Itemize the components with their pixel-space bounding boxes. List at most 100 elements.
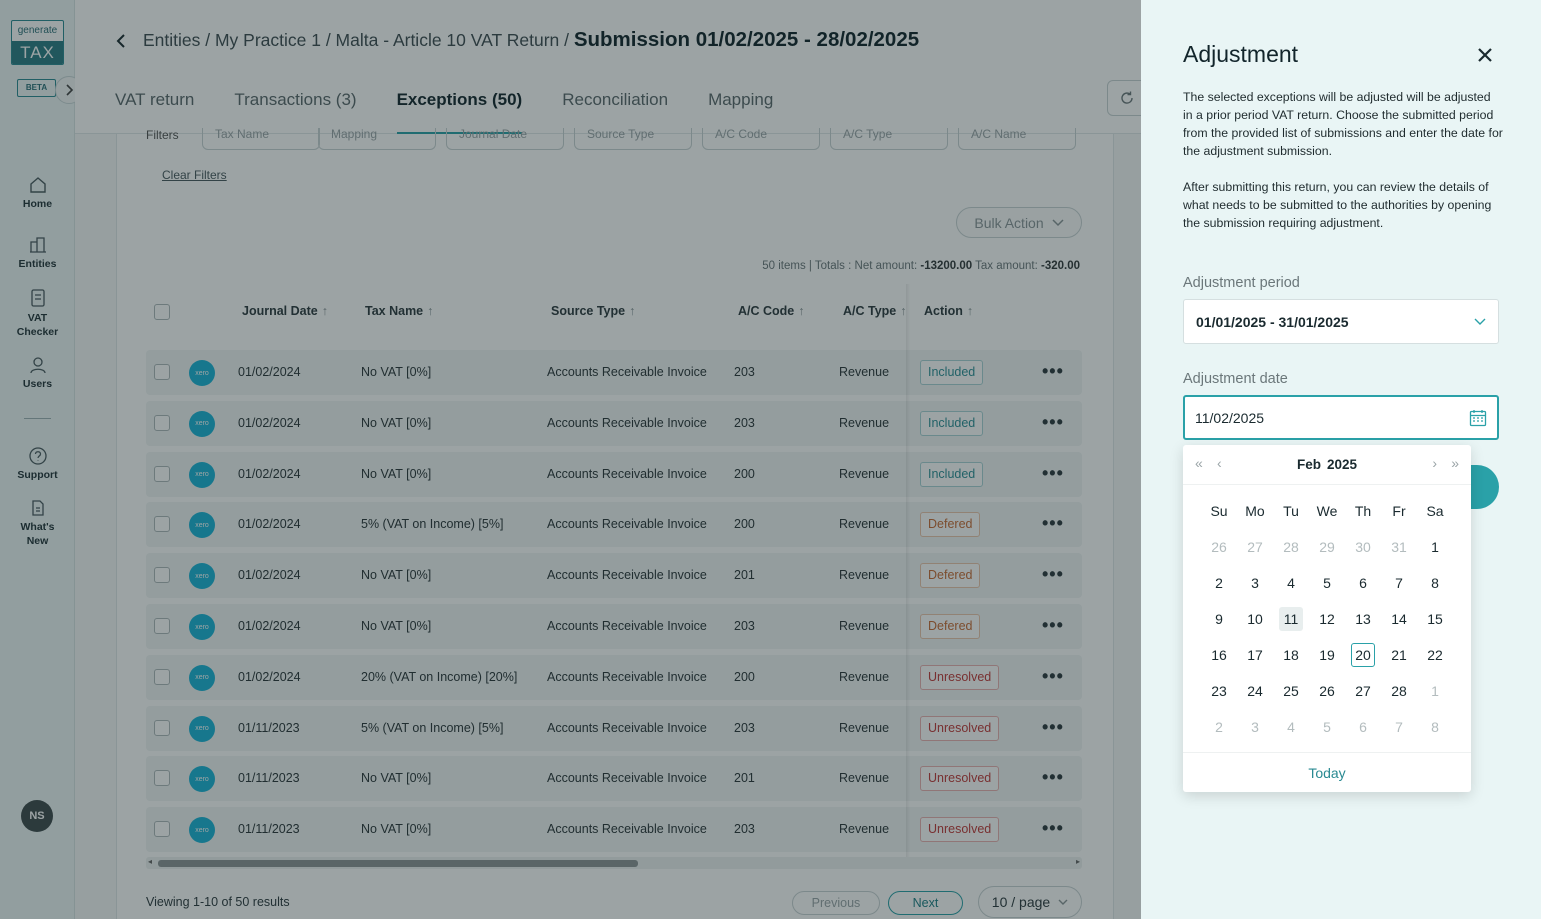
- calendar-day[interactable]: 27: [1237, 529, 1273, 565]
- weekday-label: Mo: [1245, 503, 1265, 519]
- weekday-label: Fr: [1392, 503, 1406, 519]
- adjustment-period-label: Adjustment period: [1183, 275, 1300, 291]
- calendar-week: 16 17 18 19 20 21 22: [1201, 637, 1453, 673]
- calendar-day-number: 19: [1319, 647, 1335, 663]
- calendar-day[interactable]: 13: [1345, 601, 1381, 637]
- calendar-day[interactable]: 7: [1381, 709, 1417, 745]
- calendar-day-number: 21: [1391, 647, 1407, 663]
- calendar-day[interactable]: 21: [1381, 637, 1417, 673]
- calendar-day[interactable]: 15: [1417, 601, 1453, 637]
- calendar-day-number: 3: [1251, 719, 1259, 735]
- calendar-day[interactable]: 12: [1309, 601, 1345, 637]
- close-icon: [1478, 48, 1492, 62]
- calendar-week: 26 27 28 29 30 31 1: [1201, 529, 1453, 565]
- calendar-day[interactable]: 9: [1201, 601, 1237, 637]
- calendar-day[interactable]: 28: [1381, 673, 1417, 709]
- calendar-day-number: 1: [1431, 683, 1439, 699]
- adjustment-drawer: Adjustment The selected exceptions will …: [1141, 0, 1541, 919]
- calendar-day[interactable]: 22: [1417, 637, 1453, 673]
- today-button[interactable]: Today: [1183, 752, 1471, 792]
- drawer-description: The selected exceptions will be adjusted…: [1183, 88, 1503, 232]
- calendar-day[interactable]: 14: [1381, 601, 1417, 637]
- date-picker-popup: « ‹ Feb 2025 › » Su Mo Tu We Th Fr Sa 26 27 28 29 30…: [1183, 445, 1471, 792]
- calendar-day-number: 9: [1215, 611, 1223, 627]
- calendar-day[interactable]: 24: [1237, 673, 1273, 709]
- adjustment-date-input[interactable]: 11/02/2025: [1183, 395, 1499, 440]
- chevron-down-icon: [1474, 318, 1486, 325]
- calendar-week: 9 10 11 12 13 14 15: [1201, 601, 1453, 637]
- calendar-day-number: 18: [1283, 647, 1299, 663]
- next-year-icon[interactable]: »: [1451, 455, 1459, 471]
- calendar-day[interactable]: 6: [1345, 565, 1381, 601]
- modal-overlay[interactable]: [0, 0, 1141, 919]
- calendar-day-number: 28: [1283, 539, 1299, 555]
- calendar-day[interactable]: 16: [1201, 637, 1237, 673]
- calendar-grid: Su Mo Tu We Th Fr Sa 26 27 28 29 30 31 1 2 3 4 5 6 7 8 9 10 11 1…: [1201, 493, 1453, 745]
- calendar-day[interactable]: 8: [1417, 565, 1453, 601]
- description-paragraph-2: After submitting this return, you can re…: [1183, 180, 1492, 230]
- calendar-day-number: 30: [1355, 539, 1371, 555]
- calendar-day-number: 2: [1215, 719, 1223, 735]
- calendar-day-number: 29: [1319, 539, 1335, 555]
- calendar-header: « ‹ Feb 2025 › »: [1183, 445, 1471, 485]
- calendar-day[interactable]: 1: [1417, 673, 1453, 709]
- calendar-month[interactable]: Feb: [1297, 457, 1321, 472]
- calendar-icon[interactable]: [1469, 409, 1487, 427]
- next-month-icon[interactable]: ›: [1432, 455, 1437, 471]
- calendar-day[interactable]: 28: [1273, 529, 1309, 565]
- calendar-day-number: 22: [1427, 647, 1443, 663]
- calendar-day-number: 4: [1287, 719, 1295, 735]
- calendar-day-number: 26: [1211, 539, 1227, 555]
- calendar-day[interactable]: 4: [1273, 709, 1309, 745]
- calendar-day-number: 6: [1359, 719, 1367, 735]
- calendar-day-number: 14: [1391, 611, 1407, 627]
- calendar-day[interactable]: 26: [1309, 673, 1345, 709]
- calendar-day[interactable]: 5: [1309, 565, 1345, 601]
- weekday-label: Sa: [1426, 503, 1444, 519]
- calendar-day[interactable]: 2: [1201, 565, 1237, 601]
- close-button[interactable]: [1473, 43, 1497, 67]
- calendar-day[interactable]: 2: [1201, 709, 1237, 745]
- calendar-title: Feb 2025: [1183, 457, 1471, 472]
- calendar-day[interactable]: 17: [1237, 637, 1273, 673]
- calendar-day-today[interactable]: 20: [1345, 637, 1381, 673]
- calendar-day-number: 10: [1247, 611, 1263, 627]
- calendar-day[interactable]: 30: [1345, 529, 1381, 565]
- calendar-day[interactable]: 10: [1237, 601, 1273, 637]
- calendar-week: 23 24 25 26 27 28 1: [1201, 673, 1453, 709]
- calendar-day-number: 23: [1211, 683, 1227, 699]
- calendar-day-number: 31: [1391, 539, 1407, 555]
- calendar-day-number: 25: [1283, 683, 1299, 699]
- calendar-day-number: 27: [1355, 683, 1371, 699]
- calendar-day[interactable]: 27: [1345, 673, 1381, 709]
- calendar-day[interactable]: 5: [1309, 709, 1345, 745]
- calendar-day-number: 28: [1391, 683, 1407, 699]
- calendar-day[interactable]: 7: [1381, 565, 1417, 601]
- adjustment-period-value: 01/01/2025 - 31/01/2025: [1196, 313, 1349, 330]
- adjustment-period-select[interactable]: 01/01/2025 - 31/01/2025: [1183, 299, 1499, 344]
- calendar-day[interactable]: 29: [1309, 529, 1345, 565]
- calendar-day[interactable]: 31: [1381, 529, 1417, 565]
- calendar-day[interactable]: 3: [1237, 565, 1273, 601]
- calendar-day-number: 27: [1247, 539, 1263, 555]
- calendar-day[interactable]: 26: [1201, 529, 1237, 565]
- calendar-day[interactable]: 1: [1417, 529, 1453, 565]
- calendar-day-number: 12: [1319, 611, 1335, 627]
- calendar-day-selected[interactable]: 11: [1273, 601, 1309, 637]
- calendar-day-number: 20: [1351, 643, 1375, 667]
- calendar-day[interactable]: 3: [1237, 709, 1273, 745]
- calendar-day[interactable]: 18: [1273, 637, 1309, 673]
- calendar-day[interactable]: 23: [1201, 673, 1237, 709]
- calendar-day[interactable]: 19: [1309, 637, 1345, 673]
- calendar-day[interactable]: 8: [1417, 709, 1453, 745]
- calendar-day[interactable]: 25: [1273, 673, 1309, 709]
- weekday-label: Tu: [1283, 503, 1299, 519]
- adjustment-date-label: Adjustment date: [1183, 371, 1288, 387]
- calendar-day[interactable]: 6: [1345, 709, 1381, 745]
- calendar-day[interactable]: 4: [1273, 565, 1309, 601]
- calendar-day-number: 17: [1247, 647, 1263, 663]
- calendar-year[interactable]: 2025: [1327, 457, 1357, 472]
- calendar-day-number: 7: [1395, 719, 1403, 735]
- calendar-day-number: 26: [1319, 683, 1335, 699]
- calendar-day-number: 1: [1431, 539, 1439, 555]
